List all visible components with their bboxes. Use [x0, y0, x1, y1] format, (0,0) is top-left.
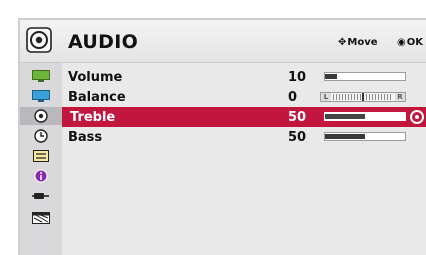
ok-hint-label: OK [406, 37, 423, 48]
balance-right-label: R [395, 93, 405, 101]
ok-button-icon: ◉ [397, 37, 406, 48]
volume-slider[interactable] [324, 72, 406, 81]
setting-row-balance[interactable]: Balance 0 L R [62, 87, 426, 107]
slider-fill [325, 134, 365, 139]
setting-row-treble[interactable]: Treble 50 [62, 107, 426, 127]
move-hint: ✥Move [338, 37, 378, 48]
setting-value: 50 [288, 130, 307, 145]
setting-value: 10 [288, 70, 307, 85]
setting-label: Treble [70, 110, 116, 125]
slider-fill [325, 114, 365, 119]
category-sidebar [20, 63, 62, 255]
sidebar-item-input[interactable] [20, 187, 62, 205]
sidebar-item-media[interactable] [20, 209, 62, 227]
bass-slider[interactable] [324, 132, 406, 141]
balance-center-marker [362, 93, 364, 101]
slider-fill [325, 74, 337, 79]
setting-label: Bass [68, 130, 103, 145]
monitor-icon [32, 70, 50, 82]
tools-icon [33, 150, 49, 162]
balance-slider[interactable]: L R [320, 92, 406, 102]
sidebar-item-picture[interactable] [20, 67, 62, 85]
menu-header: AUDIO ✥Move ◉OK [20, 20, 426, 63]
ok-select-icon[interactable] [410, 110, 424, 124]
media-icon [32, 212, 50, 224]
setting-value: 0 [288, 90, 298, 105]
speaker-icon [26, 27, 52, 53]
move-arrows-icon: ✥ [338, 37, 347, 48]
setting-row-volume[interactable]: Volume 10 [62, 67, 426, 87]
setting-label: Volume [68, 70, 123, 85]
move-hint-label: Move [347, 37, 378, 48]
speaker-disc-icon [34, 109, 48, 123]
sidebar-item-time[interactable] [20, 127, 62, 145]
sidebar-item-audio[interactable] [20, 87, 62, 105]
audio-screen-icon [32, 90, 50, 102]
sidebar-item-sound[interactable] [20, 107, 62, 125]
page-title: AUDIO [68, 31, 139, 53]
setting-value: 50 [288, 110, 307, 125]
info-icon [34, 169, 48, 183]
ok-hint: ◉OK [397, 37, 423, 48]
balance-left-label: L [321, 93, 331, 101]
treble-slider[interactable] [324, 112, 406, 121]
input-plug-icon [32, 193, 49, 199]
settings-list: Volume 10 Balance 0 L R Treble 50 Bass 5… [62, 63, 426, 255]
clock-icon [34, 129, 48, 143]
sidebar-item-setup[interactable] [20, 147, 62, 165]
sidebar-item-option[interactable] [20, 167, 62, 185]
osd-menu: AUDIO ✥Move ◉OK Volume 10 Balance 0 L R … [18, 18, 426, 255]
setting-label: Balance [68, 90, 126, 105]
setting-row-bass[interactable]: Bass 50 [62, 127, 426, 147]
